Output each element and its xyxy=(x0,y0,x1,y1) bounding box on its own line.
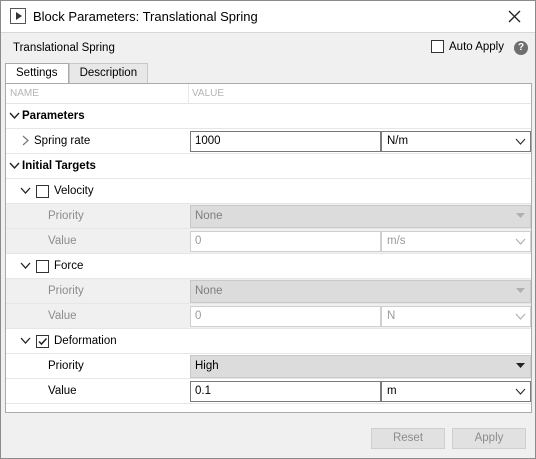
checkmark-icon xyxy=(38,337,48,346)
auto-apply-label: Auto Apply xyxy=(449,40,504,53)
deformation-value-input[interactable]: 0.1 xyxy=(190,381,381,402)
chevron-down-icon[interactable] xyxy=(9,110,20,121)
velocity-priority-dropdown[interactable]: None xyxy=(190,205,531,228)
chevron-down-icon xyxy=(515,138,526,145)
velocity-priority-row: Priority None xyxy=(6,204,531,229)
column-divider xyxy=(188,84,189,104)
tab-bar: Settings Description xyxy=(5,63,149,84)
velocity-label: Velocity xyxy=(54,185,94,197)
chevron-down-icon xyxy=(515,313,526,320)
column-header: NAME VALUE xyxy=(6,84,531,104)
caret-down-icon xyxy=(516,288,525,293)
auto-apply-checkbox-box[interactable] xyxy=(431,40,444,53)
deformation-checkbox[interactable] xyxy=(36,335,49,348)
deformation-priority-dropdown[interactable]: High xyxy=(190,355,531,378)
deformation-priority-label: Priority xyxy=(48,360,84,372)
block-parameters-dialog: Block Parameters: Translational Spring T… xyxy=(0,0,536,459)
force-priority-value: None xyxy=(195,285,223,297)
velocity-unit-value: m/s xyxy=(387,235,406,247)
force-value-label: Value xyxy=(48,310,77,322)
force-unit-value: N xyxy=(387,310,396,322)
parameter-panel: NAME VALUE Parameters Spring rate 1000 N… xyxy=(5,83,532,413)
dialog-header: Translational Spring Auto Apply ? xyxy=(1,32,535,61)
auto-apply-checkbox[interactable]: Auto Apply xyxy=(431,40,504,53)
simulink-app-icon xyxy=(10,8,26,24)
spring-rate-unit-dropdown[interactable]: N/m xyxy=(381,131,531,152)
tab-description[interactable]: Description xyxy=(68,63,149,83)
block-name: Translational Spring xyxy=(13,42,115,54)
deformation-priority-value: High xyxy=(195,360,219,372)
spring-rate-row: Spring rate 1000 N/m xyxy=(6,129,531,154)
chevron-down-icon[interactable] xyxy=(20,335,31,346)
deformation-unit-dropdown[interactable]: m xyxy=(381,381,531,402)
velocity-value-label: Value xyxy=(48,235,77,247)
value-column-header: VALUE xyxy=(192,88,225,99)
deformation-priority-row: Priority High xyxy=(6,354,531,379)
chevron-down-icon xyxy=(515,238,526,245)
force-priority-row: Priority None xyxy=(6,279,531,304)
chevron-down-icon[interactable] xyxy=(20,260,31,271)
velocity-value-row: Value 0 m/s xyxy=(6,229,531,254)
deformation-row: Deformation xyxy=(6,329,531,354)
deformation-unit-value: m xyxy=(387,385,397,397)
velocity-unit-dropdown[interactable]: m/s xyxy=(381,231,531,252)
spring-rate-label: Spring rate xyxy=(34,135,91,147)
title-bar: Block Parameters: Translational Spring xyxy=(1,1,535,32)
spring-rate-input[interactable]: 1000 xyxy=(190,131,381,152)
help-icon[interactable]: ? xyxy=(514,41,528,55)
force-unit-dropdown[interactable]: N xyxy=(381,306,531,327)
force-value-row: Value 0 N xyxy=(6,304,531,329)
force-checkbox[interactable] xyxy=(36,260,49,273)
deformation-label: Deformation xyxy=(54,335,117,347)
caret-down-icon xyxy=(516,213,525,218)
velocity-value-input[interactable]: 0 xyxy=(190,231,381,252)
spring-rate-unit-value: N/m xyxy=(387,135,409,147)
force-label: Force xyxy=(54,260,84,272)
window-title: Block Parameters: Translational Spring xyxy=(33,9,258,24)
deformation-value-row: Value 0.1 m xyxy=(6,379,531,404)
initial-targets-group-row[interactable]: Initial Targets xyxy=(6,154,531,179)
caret-down-icon xyxy=(516,363,525,368)
velocity-row: Velocity xyxy=(6,179,531,204)
tab-settings[interactable]: Settings xyxy=(5,63,69,84)
velocity-priority-value: None xyxy=(195,210,223,222)
chevron-down-icon[interactable] xyxy=(9,160,20,171)
close-button[interactable] xyxy=(495,1,535,32)
force-priority-label: Priority xyxy=(48,285,84,297)
chevron-down-icon[interactable] xyxy=(20,185,31,196)
chevron-down-icon xyxy=(515,388,526,395)
apply-button[interactable]: Apply xyxy=(452,428,526,449)
deformation-value-label: Value xyxy=(48,385,77,397)
velocity-priority-label: Priority xyxy=(48,210,84,222)
parameters-group-label: Parameters xyxy=(22,110,85,122)
force-row: Force xyxy=(6,254,531,279)
close-icon xyxy=(508,10,521,23)
initial-targets-group-label: Initial Targets xyxy=(22,160,96,172)
force-priority-dropdown[interactable]: None xyxy=(190,280,531,303)
velocity-checkbox[interactable] xyxy=(36,185,49,198)
reset-button[interactable]: Reset xyxy=(371,428,445,449)
name-column-header: NAME xyxy=(10,88,39,99)
parameters-group-row[interactable]: Parameters xyxy=(6,104,531,129)
force-value-input[interactable]: 0 xyxy=(190,306,381,327)
chevron-right-icon[interactable] xyxy=(20,135,31,146)
